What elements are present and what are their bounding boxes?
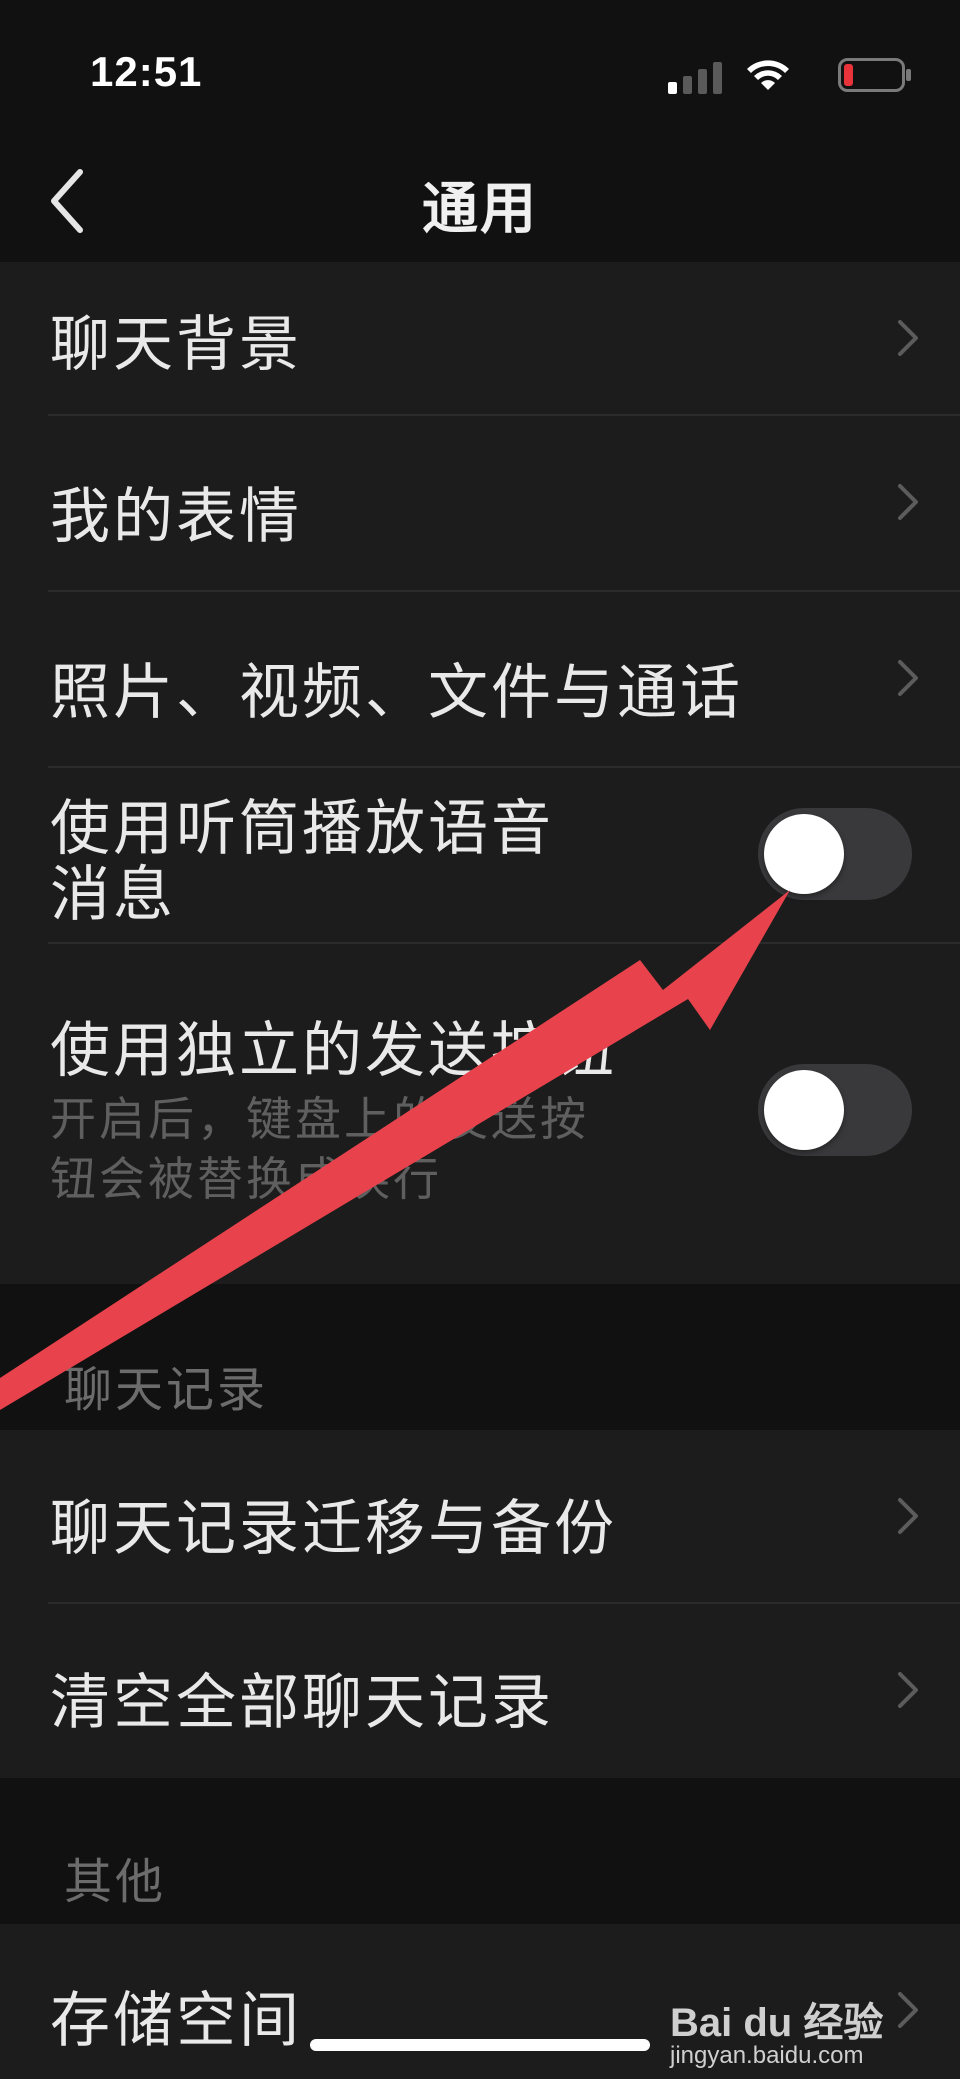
settings-row-earpiece-voice: 使用听筒播放语音 消息 xyxy=(0,768,960,942)
settings-row-clear-chat-history[interactable]: 清空全部聊天记录 xyxy=(0,1604,960,1778)
toggle-knob xyxy=(764,814,844,894)
chat-history-group: 聊天记录迁移与备份 清空全部聊天记录 xyxy=(0,1430,960,1778)
settings-row-photos-videos-files-calls[interactable]: 照片、视频、文件与通话 xyxy=(0,592,960,766)
row-description-line-1: 开启后，键盘上的发送按 xyxy=(50,1092,589,1146)
chevron-right-icon xyxy=(898,660,918,696)
status-bar: 12:51 xyxy=(0,0,960,150)
navigation-bar: 通用 xyxy=(0,150,960,260)
row-label: 清空全部聊天记录 xyxy=(50,1668,554,1738)
baidu-watermark: Bai du 经验 jingyan.baidu.com xyxy=(670,1990,910,2070)
earpiece-voice-toggle[interactable] xyxy=(758,808,912,900)
settings-row-chat-background[interactable]: 聊天背景 xyxy=(0,262,960,414)
chevron-right-icon xyxy=(898,1672,918,1708)
row-label-line-2: 消息 xyxy=(50,860,176,930)
section-header-chat-history: 聊天记录 xyxy=(64,1362,269,1418)
battery-low-icon xyxy=(838,58,911,92)
section-header-other: 其他 xyxy=(64,1854,167,1910)
row-description-line-2: 钮会被替换成换行 xyxy=(50,1152,442,1206)
row-label: 我的表情 xyxy=(50,482,302,552)
cellular-signal-icon xyxy=(668,62,722,94)
chevron-right-icon xyxy=(898,1498,918,1534)
watermark-url: jingyan.baidu.com xyxy=(670,2042,864,2069)
row-label: 照片、视频、文件与通话 xyxy=(50,658,743,728)
status-icons xyxy=(612,56,912,96)
settings-row-my-stickers[interactable]: 我的表情 xyxy=(0,416,960,590)
chevron-right-icon xyxy=(898,484,918,520)
row-label: 存储空间 xyxy=(50,1986,302,2056)
row-label: 使用独立的发送按钮 xyxy=(50,1016,617,1086)
general-settings-group: 聊天背景 我的表情 照片、视频、文件与通话 使用听筒播放语音 消息 使用独立的发… xyxy=(0,262,960,1284)
status-time: 12:51 xyxy=(90,48,203,95)
separate-send-button-toggle[interactable] xyxy=(758,1064,912,1156)
home-indicator[interactable] xyxy=(310,2039,650,2051)
page-title: 通用 xyxy=(422,177,538,242)
settings-row-separate-send-button: 使用独立的发送按钮 开启后，键盘上的发送按 钮会被替换成换行 xyxy=(0,944,960,1284)
row-label: 聊天记录迁移与备份 xyxy=(50,1494,617,1564)
wifi-icon xyxy=(747,60,789,90)
settings-row-chat-migration-backup[interactable]: 聊天记录迁移与备份 xyxy=(0,1430,960,1602)
row-label: 聊天背景 xyxy=(50,310,302,380)
toggle-knob xyxy=(764,1070,844,1150)
chevron-right-icon xyxy=(898,320,918,356)
watermark-logo: Bai du 经验 xyxy=(670,2001,884,2045)
